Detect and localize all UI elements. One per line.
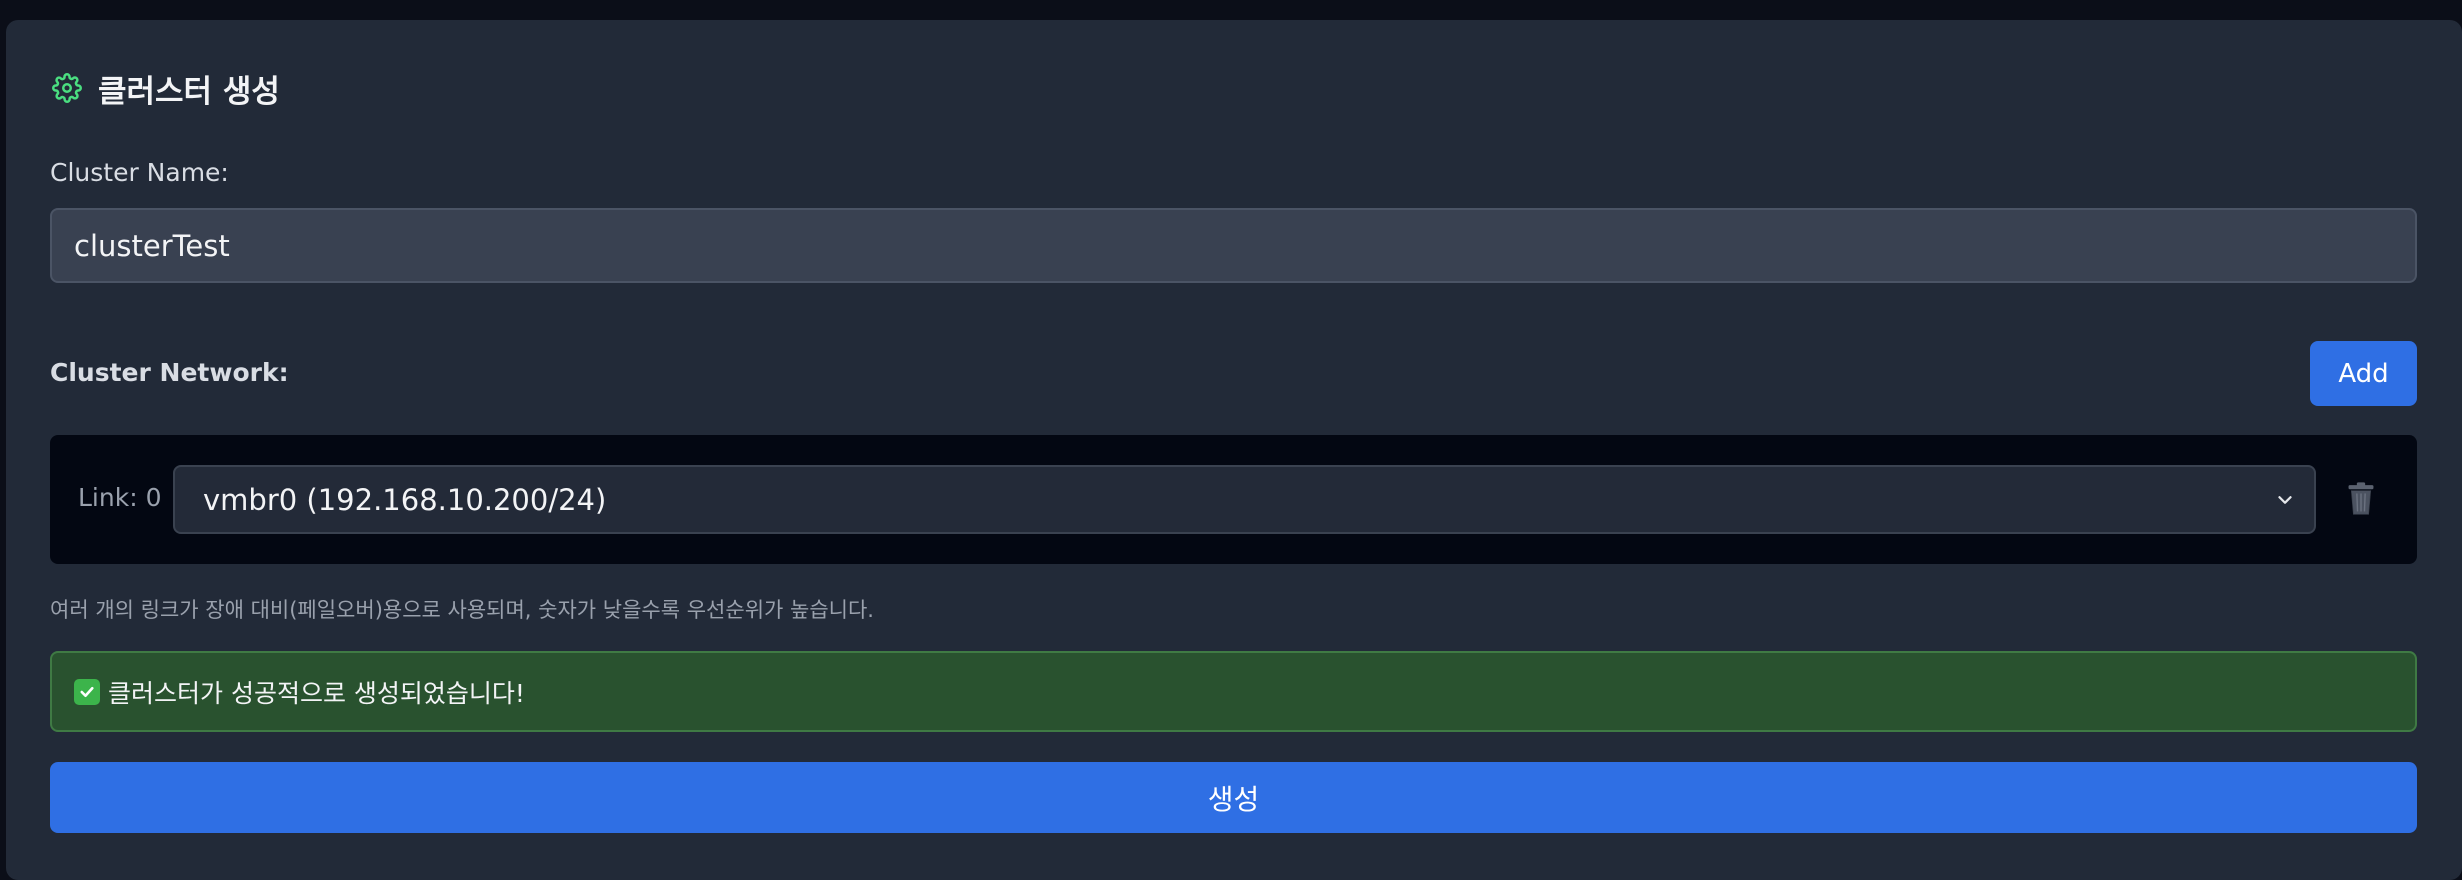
chevron-down-icon <box>2278 496 2292 504</box>
cluster-name-input[interactable] <box>50 208 2417 283</box>
cluster-network-label: Cluster Network: <box>50 358 289 387</box>
add-link-button[interactable]: Add <box>2310 341 2417 406</box>
link-label: Link: 0 <box>78 483 162 512</box>
link-interface-select[interactable]: vmbr0 (192.168.10.200/24) <box>173 465 2316 534</box>
create-cluster-button[interactable]: 생성 <box>50 762 2417 833</box>
cluster-name-label: Cluster Name: <box>50 158 229 187</box>
link-priority-hint: 여러 개의 링크가 장애 대비(페일오버)용으로 사용되며, 숫자가 낮을수록 … <box>50 598 874 622</box>
page-title: 클러스터 생성 <box>98 73 280 110</box>
gear-icon <box>50 71 84 105</box>
link-interface-selected-value: vmbr0 (192.168.10.200/24) <box>203 482 607 517</box>
success-alert: 클러스터가 성공적으로 생성되었습니다! <box>50 651 2417 732</box>
link-row: Link: 0 vmbr0 (192.168.10.200/24) <box>50 435 2417 564</box>
page-title-row: 클러스터 생성 <box>50 68 280 110</box>
check-icon <box>74 678 100 705</box>
trash-icon[interactable] <box>2344 481 2378 517</box>
success-message: 클러스터가 성공적으로 생성되었습니다! <box>108 678 525 708</box>
